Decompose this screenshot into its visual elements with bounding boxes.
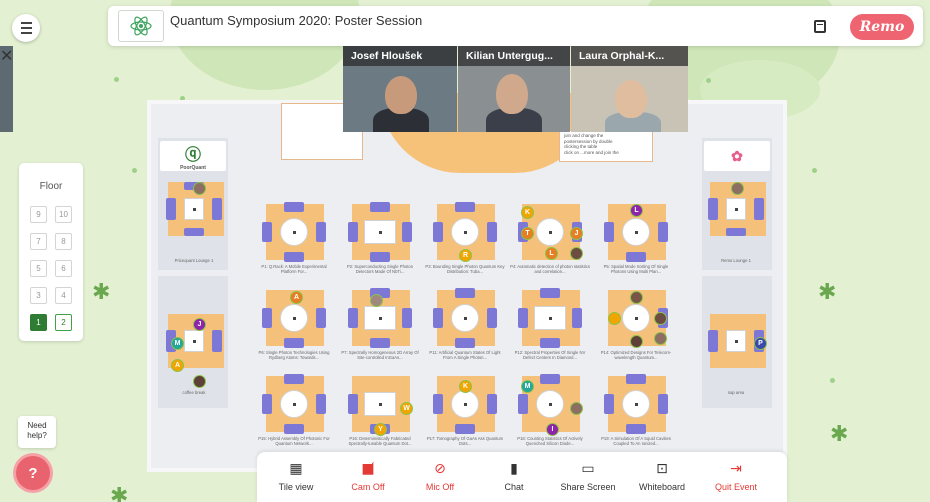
avatar[interactable]: J [193, 318, 206, 331]
menu-button[interactable] [12, 14, 40, 42]
chat-button[interactable]: ▮ Chat [479, 460, 549, 492]
poster-table-p2[interactable]: P2: Superconducting Single Photon Detect… [347, 202, 413, 274]
lounge-logo-left: ⓠ PoorQuant [160, 141, 226, 171]
avatar-photo[interactable] [570, 247, 583, 260]
calendar-icon[interactable] [814, 20, 826, 33]
lounge-logo-right: ✿ [704, 141, 770, 171]
leaf-decoration-icon: ✱ [92, 280, 111, 305]
avatar-photo[interactable] [630, 291, 643, 304]
dot-decoration [812, 168, 817, 173]
tile-view-button[interactable]: ▦ Tile view [261, 460, 331, 492]
poster-table-p19[interactable]: P19: A Simulation Of A Squid Cavities Co… [601, 374, 671, 446]
bottom-toolbar: ▦ Tile view ■̸ Cam Off ⊘ Mic Off ▮ Chat … [257, 452, 787, 502]
avatar[interactable]: T [521, 227, 534, 240]
cam-off-button[interactable]: ■̸ Cam Off [333, 460, 403, 492]
whiteboard-icon: ⊡ [656, 461, 668, 477]
whiteboard-button[interactable]: ⊡ Whiteboard [627, 460, 697, 492]
remo-logo: Remo [850, 14, 914, 40]
microphone-off-icon: ⊘ [434, 461, 446, 477]
video-tile-josef[interactable]: Josef Hloušek [343, 46, 457, 132]
floor-button-3[interactable]: 3 [30, 287, 47, 304]
stage-instructions: join and change the postersession by dou… [559, 130, 653, 162]
floor-label: Floor [39, 181, 63, 192]
poster-table-p12[interactable]: P12: Spectral Properties Of Single NV De… [515, 288, 585, 360]
poster-table-p1[interactable]: P1: Q.Rack: A Mobile Experimental Platfo… [261, 202, 327, 274]
participant-name: Laura Orphal-K... [571, 46, 688, 66]
avatar-photo[interactable] [630, 335, 643, 348]
dot-decoration [706, 78, 711, 83]
avatar[interactable]: K [459, 380, 472, 393]
avatar-photo[interactable] [370, 294, 383, 307]
avatar[interactable]: A [171, 359, 184, 372]
quit-event-button[interactable]: ⇥ Quit Event [701, 460, 771, 492]
dot-decoration [830, 378, 835, 383]
floor-button-5[interactable]: 5 [30, 260, 47, 277]
mic-off-button[interactable]: ⊘ Mic Off [405, 460, 475, 492]
leaf-decoration-icon: ✱ [830, 422, 849, 447]
help-button[interactable]: ? [16, 456, 50, 490]
avatar[interactable]: W [400, 402, 413, 415]
mic-muted-icon: ✕ [0, 46, 14, 132]
monitor-icon: ▭ [581, 461, 595, 477]
avatar[interactable]: L [630, 204, 643, 217]
help-tooltip: Need help? [18, 416, 56, 448]
floor-button-2[interactable]: 2 [55, 314, 72, 331]
dot-decoration [132, 168, 137, 173]
avatar-photo[interactable] [654, 332, 667, 345]
avatar[interactable]: I [546, 423, 559, 436]
floor-panel: Floor 9 10 7 8 5 6 3 4 1 2 [19, 163, 83, 341]
floor-button-8[interactable]: 8 [55, 233, 72, 250]
floor-button-7[interactable]: 7 [30, 233, 47, 250]
leaf-decoration-icon: ✱ [110, 484, 129, 502]
avatar[interactable]: R [459, 249, 472, 262]
poster-table-p15[interactable]: P15: Hybrid Assembly Of Photonic For Qua… [258, 374, 330, 446]
floor-button-4[interactable]: 4 [55, 287, 72, 304]
event-header: Quantum Symposium 2020: Poster Session R… [108, 6, 923, 46]
puzzle-logo-icon: ✿ [731, 147, 743, 164]
leaf-decoration-icon: ✱ [818, 280, 837, 305]
exit-door-icon: ⇥ [730, 461, 742, 477]
avatar[interactable]: Y [374, 423, 387, 436]
avatar-photo[interactable] [193, 182, 206, 195]
dot-decoration [114, 77, 119, 82]
participant-name: Josef Hloušek [343, 46, 457, 66]
floor-button-1[interactable]: 1 [30, 314, 47, 331]
event-title: Quantum Symposium 2020: Poster Session [170, 13, 423, 28]
avatar[interactable]: M [521, 380, 534, 393]
video-tile-laura[interactable]: Laura Orphal-K... [571, 46, 688, 132]
video-tile-kilian[interactable]: Kilian Untergug... [458, 46, 570, 132]
camera-off-icon: ■̸ [361, 461, 375, 477]
avatar-photo[interactable] [608, 312, 621, 325]
menu-icon [20, 22, 32, 24]
atom-logo-icon [130, 16, 152, 36]
chat-icon: ▮ [510, 461, 518, 477]
participant-name: Kilian Untergug... [458, 46, 570, 66]
floor-button-9[interactable]: 9 [30, 206, 47, 223]
floor-button-10[interactable]: 10 [55, 206, 72, 223]
pq-logo-icon: ⓠ [184, 145, 201, 164]
avatar[interactable]: P [754, 337, 767, 350]
avatar[interactable]: M [171, 337, 184, 350]
avatar-photo[interactable] [570, 402, 583, 415]
avatar-photo[interactable] [654, 312, 667, 325]
floor-button-6[interactable]: 6 [55, 260, 72, 277]
share-screen-button[interactable]: ▭ Share Screen [553, 460, 623, 492]
grid-icon: ▦ [289, 461, 303, 477]
avatar-photo[interactable] [731, 182, 744, 195]
avatar[interactable]: K [521, 206, 534, 219]
avatar[interactable]: A [290, 291, 303, 304]
event-logo [118, 10, 164, 42]
avatar[interactable]: L [545, 247, 558, 260]
avatar-photo[interactable] [193, 375, 206, 388]
poster-table-p11[interactable]: P11: Artificial Quantum States Of Light … [429, 288, 501, 360]
avatar[interactable]: J [570, 227, 583, 240]
